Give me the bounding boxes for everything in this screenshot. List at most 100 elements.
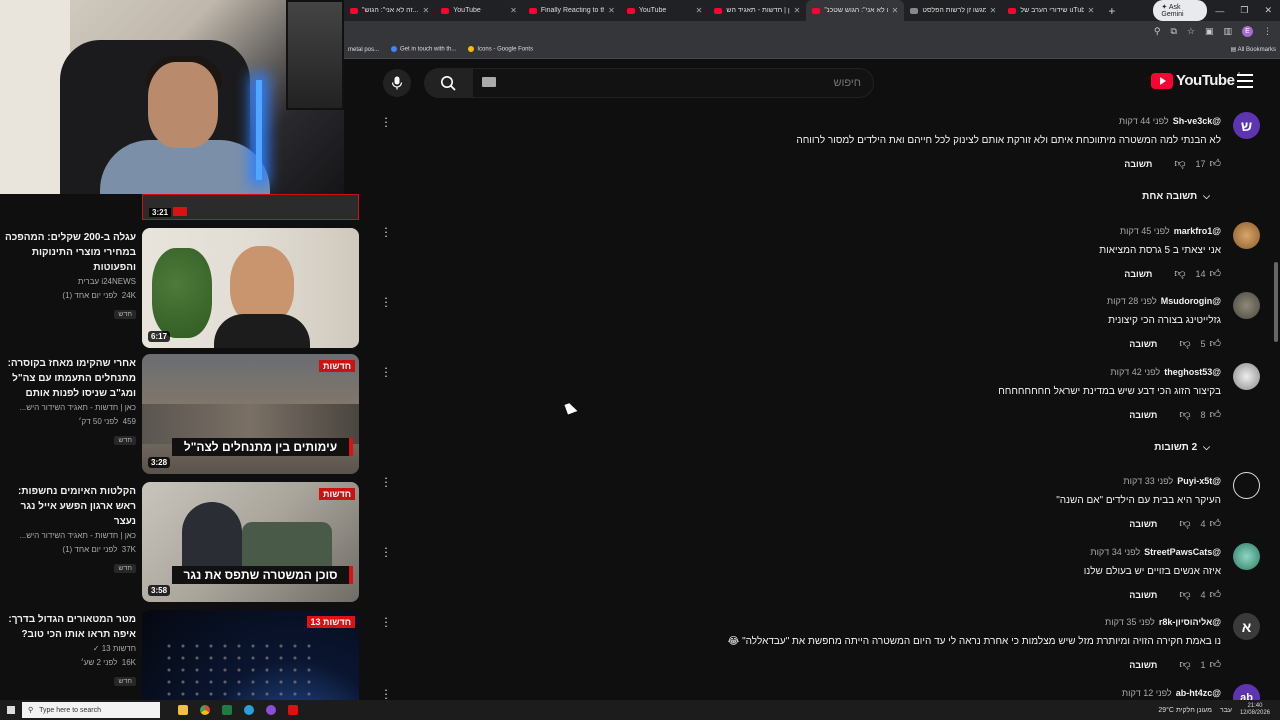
voice-search-button[interactable] [383, 69, 411, 97]
scrollbar-thumb[interactable] [1274, 262, 1278, 342]
like-icon[interactable]: 👍︎ [1210, 157, 1222, 170]
keyboard-icon[interactable] [482, 77, 496, 87]
search-button[interactable] [424, 68, 472, 98]
recommended-video[interactable]: אחרי שהקימו מאחז בקוסרה: מתנחלים התעמתו … [0, 354, 365, 479]
reply-button[interactable]: תשובה [1124, 159, 1152, 169]
dislike-icon[interactable]: 👎︎ [1179, 337, 1190, 350]
channel-name[interactable]: כאן | חדשות - תאגיד השידור היש... [0, 401, 136, 415]
taskbar-search[interactable]: ⚲ Type here to search [22, 702, 160, 718]
like-icon[interactable]: 👍︎ [1210, 658, 1222, 671]
new-tab-button[interactable]: + [1100, 4, 1123, 18]
hamburger-menu-icon[interactable] [1237, 74, 1253, 88]
page-scrollbar[interactable] [1272, 62, 1280, 700]
browser-app[interactable] [260, 700, 282, 720]
like-icon[interactable]: 👍︎ [1210, 588, 1222, 601]
comment-menu-icon[interactable]: · · · [383, 471, 389, 492]
avatar[interactable] [1233, 543, 1260, 570]
browser-tab[interactable]: YouTube ✕ [435, 0, 523, 21]
dislike-icon[interactable]: 👎︎ [1174, 267, 1185, 280]
video-title[interactable]: עגלה ב-200 שקלים: המהפכה במחירי מוצרי הת… [0, 230, 136, 275]
video-title[interactable]: מטר המטאורים הגדול בדרך: איפה תראו אותו … [0, 612, 136, 642]
clock[interactable]: 21:40 12/08/2026 [1240, 703, 1270, 717]
browser-tab[interactable]: "זה לא אני": הגוש... ✕ [344, 0, 435, 21]
weather-widget[interactable]: 29°C מעונן חלקית [1158, 707, 1212, 714]
close-tab-icon[interactable]: ✕ [990, 6, 997, 15]
like-icon[interactable]: 👍︎ [1210, 517, 1222, 530]
bookmark-item[interactable]: metal pos... [348, 47, 379, 53]
show-replies-button[interactable]: ⌵2 תשובות [1154, 442, 1210, 453]
comment-menu-icon[interactable]: · · · [383, 541, 389, 562]
maximize-icon[interactable]: ❐ [1232, 5, 1256, 16]
recommended-video[interactable]: הקלטות האיומים נחשפות: ראש ארגון הפשע אי… [0, 482, 365, 607]
kebab-menu-icon[interactable]: ⋮ [1263, 26, 1272, 37]
browser-tab-active[interactable]: "זה לא אני": הגוש שטכנ...✕ [806, 0, 905, 21]
comment-time[interactable]: לפני 45 דקות [1120, 226, 1170, 236]
close-window-icon[interactable]: ✕ [1256, 5, 1280, 16]
comment-author[interactable]: @markfro1 [1174, 226, 1221, 236]
comment-menu-icon[interactable]: · · · [383, 611, 389, 632]
reply-button[interactable]: תשובה [1124, 269, 1152, 279]
channel-name[interactable]: חדשות 13 ✓ [0, 642, 136, 656]
comment-time[interactable]: לפני 34 דקות [1090, 547, 1140, 557]
reply-button[interactable]: תשובה [1129, 339, 1157, 349]
close-tab-icon[interactable]: ✕ [696, 6, 703, 15]
close-tab-icon[interactable]: ✕ [608, 6, 615, 15]
channel-name[interactable]: i24NEWS עברית [0, 275, 136, 289]
browser-tab[interactable]: שידורי הערב של uTube✕ [1002, 0, 1100, 21]
dislike-icon[interactable]: 👎︎ [1179, 658, 1190, 671]
close-tab-icon[interactable]: ✕ [794, 6, 801, 15]
dislike-icon[interactable]: 👎︎ [1179, 517, 1190, 530]
ask-gemini-button[interactable]: ✦ Ask Gemini [1153, 0, 1208, 21]
cast-icon[interactable]: ⧉ [1170, 26, 1176, 37]
comment-author[interactable]: @ab-ht4zc [1176, 688, 1221, 698]
all-bookmarks-button[interactable]: ▤ All Bookmarks [1231, 46, 1276, 53]
comment-menu-icon[interactable]: · · · [383, 111, 389, 132]
recording-app[interactable] [282, 700, 304, 720]
bookmark-item[interactable]: Get in touch with th... [391, 46, 456, 53]
dislike-icon[interactable]: 👎︎ [1179, 588, 1190, 601]
reply-button[interactable]: תשובה [1129, 410, 1157, 420]
avatar[interactable] [1233, 222, 1260, 249]
close-tab-icon[interactable]: ✕ [423, 6, 430, 15]
browser-tab[interactable]: מגשו זן לרשות הפלסט...✕ [904, 0, 1002, 21]
avatar[interactable]: ab [1233, 684, 1260, 700]
close-tab-icon[interactable]: ✕ [510, 6, 517, 15]
zoom-icon[interactable]: ⚲ [1154, 26, 1161, 37]
browser-tab[interactable]: YouTube ✕ [621, 0, 709, 21]
avatar[interactable] [1233, 472, 1260, 499]
show-replies-button[interactable]: ⌵תשובה אחת [1142, 191, 1210, 202]
minimize-icon[interactable]: — [1207, 6, 1232, 16]
bookmark-star-icon[interactable]: ☆ [1187, 26, 1195, 37]
avatar[interactable] [1233, 363, 1260, 390]
reply-button[interactable]: תשובה [1129, 590, 1157, 600]
comment-time[interactable]: לפני 44 דקות [1119, 116, 1169, 126]
chrome-app[interactable] [194, 700, 216, 720]
search-field[interactable] [472, 68, 874, 98]
video-title[interactable]: הקלטות האיומים נחשפות: ראש ארגון הפשע אי… [0, 484, 136, 529]
profile-avatar[interactable]: E [1242, 25, 1253, 37]
close-tab-icon[interactable]: ✕ [892, 6, 899, 15]
comment-menu-icon[interactable]: · · · [383, 291, 389, 312]
avatar[interactable]: ש [1233, 112, 1260, 139]
comment-author[interactable]: @Sh-ve3ck [1173, 116, 1221, 126]
dislike-icon[interactable]: 👎︎ [1179, 408, 1190, 421]
comment-time[interactable]: לפני 33 דקות [1123, 476, 1173, 486]
youtube-logo[interactable]: YouTube IL [1151, 72, 1242, 89]
like-icon[interactable]: 👍︎ [1210, 337, 1222, 350]
comment-author[interactable]: @Puyi-x5t [1177, 476, 1221, 486]
reply-button[interactable]: תשובה [1129, 660, 1157, 670]
video-thumbnail[interactable]: חדשות 13 [142, 610, 359, 700]
comment-time[interactable]: לפני 42 דקות [1110, 367, 1160, 377]
side-panel-icon[interactable]: ▥ [1223, 26, 1232, 37]
comment-menu-icon[interactable]: · · · [383, 221, 389, 242]
recommended-video[interactable]: עגלה ב-200 שקלים: המהפכה במחירי מוצרי הת… [0, 228, 365, 353]
video-thumbnail[interactable]: 6:17 [142, 228, 359, 348]
avatar[interactable] [1233, 292, 1260, 319]
comment-author[interactable]: @theghost53 [1164, 367, 1221, 377]
close-tab-icon[interactable]: ✕ [1088, 6, 1095, 15]
recommended-video[interactable]: מטר המטאורים הגדול בדרך: איפה תראו אותו … [0, 610, 365, 700]
like-icon[interactable]: 👍︎ [1210, 267, 1222, 280]
video-thumbnail[interactable]: חדשות סוכן המשטרה שתפס את נגר 3:58 [142, 482, 359, 602]
comment-menu-icon[interactable]: · · · [383, 361, 389, 382]
reply-button[interactable]: תשובה [1129, 519, 1157, 529]
